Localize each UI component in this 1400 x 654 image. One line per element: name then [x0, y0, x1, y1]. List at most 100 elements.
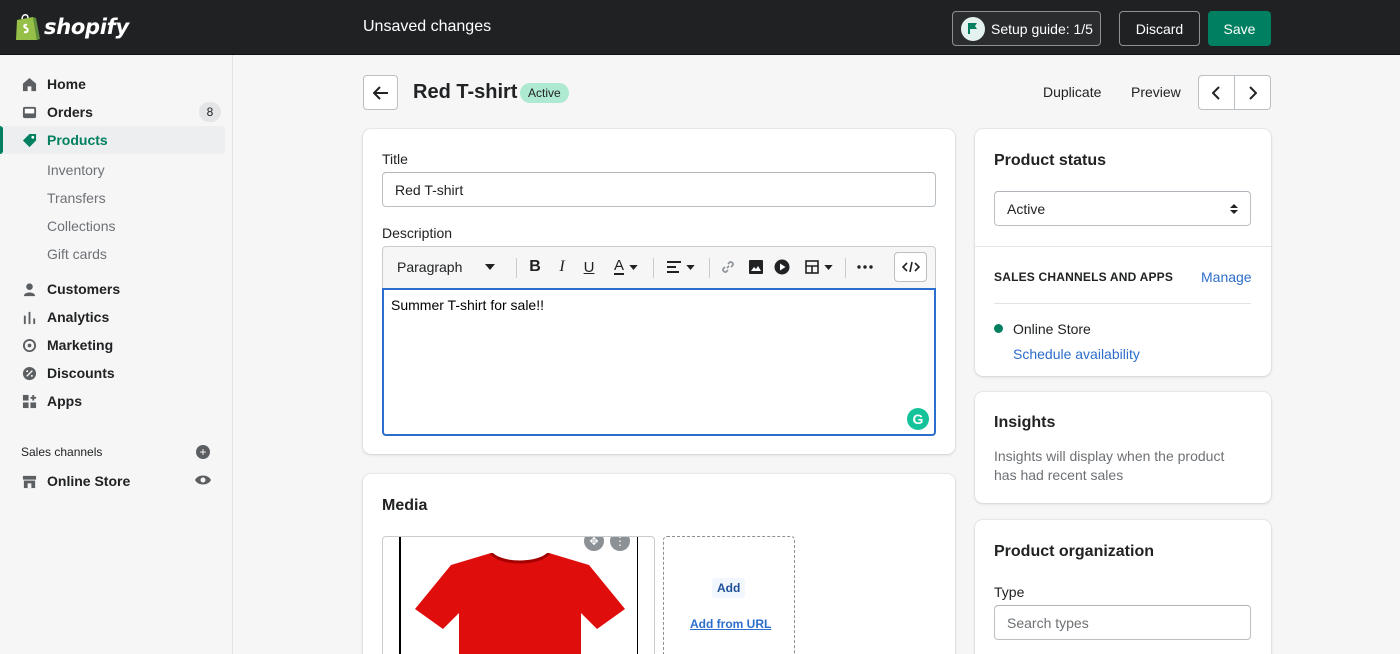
italic-icon[interactable]: I [554, 257, 570, 277]
media-card: Media ✥ ⋮ Add Add from URL [363, 474, 955, 654]
status-badge: Active [520, 83, 569, 103]
sidebar-item-label: Marketing [47, 337, 114, 353]
media-move-icon[interactable]: ✥ [584, 537, 604, 551]
shopify-bag-icon [16, 14, 40, 40]
manage-link[interactable]: Manage [1201, 269, 1252, 285]
product-status-title: Product status [994, 152, 1107, 169]
text-color-button[interactable]: A [608, 257, 644, 277]
sidebar-item-customers[interactable]: Customers [0, 275, 225, 303]
setup-guide-label: Setup guide: 1/5 [991, 20, 1093, 37]
media-item-red-tshirt[interactable]: ✥ ⋮ [382, 536, 655, 654]
page-title: Red T-shirt [413, 81, 518, 103]
apps-icon [21, 393, 37, 409]
insights-title: Insights [994, 414, 1056, 431]
bar-chart-icon [21, 309, 37, 325]
duplicate-button[interactable]: Duplicate [1043, 84, 1101, 100]
description-label: Description [382, 225, 453, 241]
person-icon [21, 281, 37, 297]
sidebar-item-label: Home [47, 76, 86, 92]
card-divider [975, 246, 1271, 247]
product-organization-title: Product organization [994, 543, 1154, 560]
toolbar-divider [653, 258, 654, 278]
chevron-right-icon [1249, 85, 1257, 100]
product-organization-card: Product organization Type Search types [975, 520, 1271, 654]
sidebar: Home Orders 8 Products Inventory Transfe… [0, 55, 233, 654]
title-input[interactable]: Red T-shirt [382, 172, 936, 207]
sidebar-item-orders[interactable]: Orders 8 [0, 98, 225, 126]
top-bar: shopify Unsaved changes Setup guide: 1/5… [0, 0, 1400, 55]
red-tshirt-image [415, 553, 625, 654]
caret-down-icon [485, 264, 496, 270]
caret-down-icon [629, 264, 638, 270]
table-button[interactable] [801, 257, 837, 277]
target-icon [21, 337, 37, 353]
schedule-availability-link[interactable]: Schedule availability [1013, 346, 1140, 362]
grammarly-icon[interactable]: G [907, 408, 929, 430]
sidebar-item-label: Orders [47, 104, 93, 120]
align-left-icon [667, 261, 681, 273]
media-dropzone[interactable]: Add Add from URL [663, 536, 795, 654]
image-edge [637, 537, 638, 654]
preview-button[interactable]: Preview [1131, 84, 1181, 100]
status-select[interactable]: Active [994, 191, 1251, 226]
align-button[interactable] [663, 257, 699, 277]
sidebar-item-discounts[interactable]: Discounts [0, 359, 225, 387]
editor-toolbar: Paragraph B I U A [382, 246, 936, 288]
media-more-icon[interactable]: ⋮ [610, 537, 630, 551]
type-search-input[interactable]: Search types [994, 605, 1251, 640]
orders-count-badge: 8 [199, 102, 221, 122]
sidebar-item-label: Apps [47, 393, 82, 409]
toolbar-divider [845, 258, 846, 278]
sidebar-item-label: Discounts [47, 365, 115, 381]
table-icon [805, 260, 819, 274]
media-title: Media [382, 497, 428, 514]
link-icon[interactable] [719, 257, 737, 277]
orders-icon [21, 104, 37, 120]
sidebar-item-online-store[interactable]: Online Store [0, 467, 225, 495]
sales-channels-heading: Sales channels [21, 445, 103, 459]
more-options-icon[interactable] [855, 257, 875, 277]
channel-name: Online Store [1013, 321, 1091, 337]
add-sales-channel-icon[interactable]: + [196, 445, 210, 459]
product-status-card: Product status Active SALES CHANNELS AND… [975, 129, 1271, 376]
add-from-url-link[interactable]: Add from URL [690, 617, 771, 631]
tag-icon [21, 132, 37, 148]
sales-channels-header: SALES CHANNELS AND APPS [994, 270, 1174, 284]
sidebar-subitem-gift-cards[interactable]: Gift cards [47, 246, 107, 262]
sidebar-item-label: Products [47, 132, 108, 148]
setup-guide-button[interactable]: Setup guide: 1/5 [952, 11, 1101, 46]
sidebar-subitem-collections[interactable]: Collections [47, 218, 115, 234]
channel-status-dot [994, 324, 1003, 333]
description-text: Summer T-shirt for sale!! [391, 297, 545, 313]
eye-icon[interactable] [194, 473, 212, 490]
sidebar-item-home[interactable]: Home [0, 70, 225, 98]
discount-icon [21, 365, 37, 381]
next-product-button[interactable] [1235, 76, 1270, 109]
discard-button[interactable]: Discard [1119, 11, 1200, 46]
section-divider [994, 303, 1251, 304]
sidebar-item-products[interactable]: Products [0, 126, 225, 154]
paragraph-format-select[interactable]: Paragraph [397, 257, 507, 277]
sidebar-subitem-inventory[interactable]: Inventory [47, 162, 105, 178]
video-icon[interactable] [773, 257, 791, 277]
type-label: Type [994, 584, 1025, 600]
html-code-icon[interactable] [894, 252, 927, 282]
flag-icon [961, 16, 985, 41]
sidebar-item-analytics[interactable]: Analytics [0, 303, 225, 331]
caret-down-icon [686, 264, 695, 270]
underline-icon[interactable]: U [580, 257, 598, 277]
toolbar-divider [516, 258, 517, 278]
add-media-button[interactable]: Add [712, 578, 746, 598]
arrow-left-icon [372, 85, 388, 100]
description-editor[interactable]: Summer T-shirt for sale!! G [382, 288, 936, 436]
sidebar-item-marketing[interactable]: Marketing [0, 331, 225, 359]
bold-icon[interactable]: B [526, 257, 544, 277]
sidebar-item-apps[interactable]: Apps [0, 387, 225, 415]
back-button[interactable] [363, 75, 398, 110]
sidebar-subitem-transfers[interactable]: Transfers [47, 190, 106, 206]
previous-product-button[interactable] [1199, 76, 1235, 109]
image-icon[interactable] [747, 257, 765, 277]
shopify-logo[interactable]: shopify [14, 12, 129, 42]
product-pagination [1198, 75, 1271, 110]
save-button[interactable]: Save [1208, 11, 1271, 46]
